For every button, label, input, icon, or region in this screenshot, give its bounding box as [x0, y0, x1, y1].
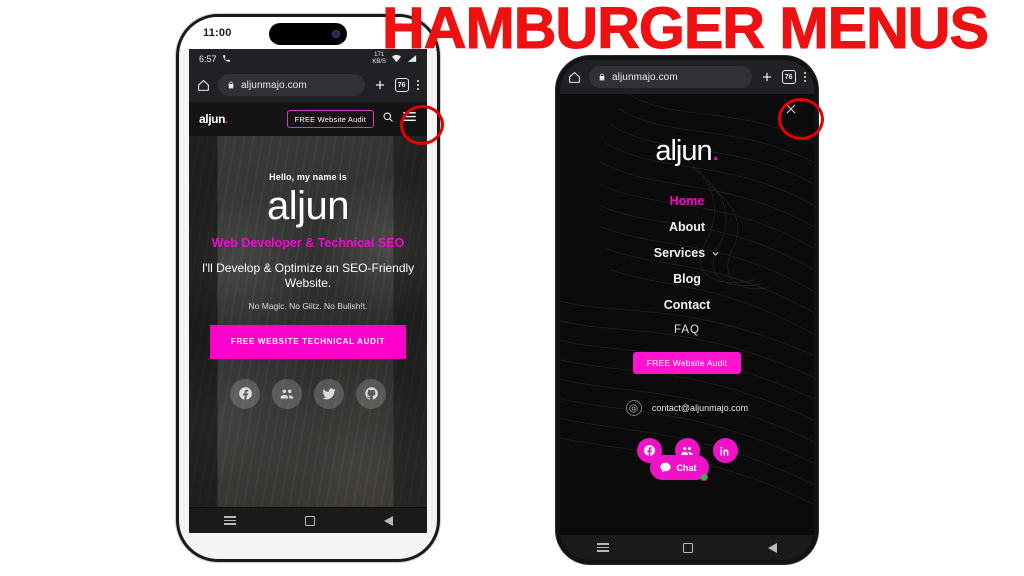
- menu-item-label: About: [668, 220, 706, 234]
- plus-icon[interactable]: [760, 70, 774, 84]
- menu-item-label: Blog: [673, 272, 701, 286]
- url-bar-left[interactable]: aljunmajo.com: [218, 74, 365, 96]
- android-nav-bar-left: [189, 507, 427, 533]
- menu-item-blog[interactable]: Blog: [673, 272, 701, 286]
- recents-hamburger-icon[interactable]: [597, 543, 610, 552]
- site-header-left: aljun. FREE Website Audit: [189, 102, 427, 136]
- chrome-omnibox-left: aljunmajo.com 76: [189, 68, 427, 102]
- header-audit-button[interactable]: FREE Website Audit: [286, 110, 374, 128]
- kebab-menu-icon[interactable]: [416, 79, 419, 91]
- home-square-icon[interactable]: [683, 542, 694, 553]
- lock-icon: [228, 81, 234, 89]
- hero-tagline: No Magic. No Glitz. No Bullsh!t.: [248, 301, 368, 312]
- hero-cta-button[interactable]: FREE WEBSITE TECHNICAL AUDIT: [210, 325, 406, 359]
- hero-role: Web Developer & Technical SEO: [211, 236, 405, 250]
- screenshot-stage: 11:00 6:57 171 KB/S aljunmajo.com 76 alj…: [0, 0, 1024, 576]
- url-text: aljunmajo.com: [612, 71, 678, 83]
- search-icon[interactable]: [382, 110, 394, 128]
- url-bar-right[interactable]: aljunmajo.com: [589, 66, 752, 88]
- back-triangle-icon[interactable]: [383, 515, 393, 526]
- twitter-icon[interactable]: [314, 378, 344, 409]
- page-title: HAMBURGER MENUS: [382, 0, 990, 61]
- phone-mockup-left: 11:00 6:57 171 KB/S aljunmajo.com 76 alj…: [176, 14, 440, 562]
- android-nav-bar-right: [560, 534, 814, 560]
- menu-item-home[interactable]: Home: [670, 194, 705, 208]
- front-camera-icon: [332, 30, 340, 38]
- site-logo[interactable]: aljun.: [199, 112, 228, 126]
- signal-icon: [407, 55, 417, 62]
- android-status-bar-left: 6:57 171 KB/S: [189, 49, 427, 68]
- chevron-down-icon: [712, 251, 719, 256]
- hamburger-icon[interactable]: [402, 110, 417, 128]
- phone-mockup-right: aljunmajo.com 76 aljun. Home About Servi…: [556, 56, 818, 564]
- menu-item-faq[interactable]: FAQ: [674, 324, 700, 336]
- menu-item-label: FAQ: [673, 324, 700, 336]
- title-banner: HAMBURGER MENUS: [355, 0, 1015, 60]
- wifi-icon: [392, 54, 401, 63]
- android-screen-left: 6:57 171 KB/S aljunmajo.com 76 aljun. FR…: [189, 49, 427, 533]
- kebab-menu-icon[interactable]: [803, 71, 806, 83]
- ios-clock: 11:00: [203, 27, 232, 39]
- network-speed-indicator: 171 KB/S: [372, 52, 386, 65]
- phone-icon: [222, 55, 230, 62]
- close-x-icon[interactable]: [784, 102, 798, 121]
- hero-subheadline: I'll Develop & Optimize an SEO-Friendly …: [201, 260, 415, 290]
- linkedin-icon[interactable]: [712, 438, 738, 463]
- android-screen-right: aljunmajo.com 76 aljun. Home About Servi…: [560, 60, 814, 560]
- github-icon[interactable]: [356, 378, 386, 409]
- mobile-menu-overlay: aljun. Home About Services Blog Contact …: [560, 94, 814, 534]
- android-clock: 6:57: [199, 53, 217, 64]
- home-icon[interactable]: [568, 71, 581, 84]
- ios-status-bar: 11:00: [179, 17, 437, 49]
- lock-icon: [599, 73, 605, 81]
- tab-counter-left[interactable]: 76: [394, 78, 409, 92]
- contact-email[interactable]: contact@aljunmajo.com: [652, 403, 748, 413]
- hero-name: aljun: [266, 184, 350, 228]
- menu-audit-button[interactable]: FREE Website Audit: [632, 352, 742, 374]
- recents-hamburger-icon[interactable]: [223, 516, 236, 525]
- url-text: aljunmajo.com: [241, 79, 307, 91]
- dynamic-island: [269, 23, 347, 45]
- menu-logo[interactable]: aljun.: [655, 135, 719, 168]
- menu-close-row: [560, 94, 814, 121]
- chat-widget-button[interactable]: Chat: [649, 455, 709, 481]
- tab-counter-right[interactable]: 76: [781, 70, 796, 84]
- chat-online-status-dot: [699, 473, 708, 481]
- menu-item-label: Services: [653, 246, 706, 260]
- facebook-icon[interactable]: [230, 378, 260, 409]
- back-triangle-icon[interactable]: [767, 542, 777, 553]
- menu-contact-row: contact@aljunmajo.com: [625, 400, 748, 416]
- menu-item-label: Contact: [663, 298, 711, 312]
- hero-kicker: Hello, my name is: [269, 172, 347, 182]
- menu-items-list: Home About Services Blog Contact FAQ: [654, 194, 720, 336]
- chrome-omnibox-right: aljunmajo.com 76: [560, 60, 814, 94]
- plus-icon[interactable]: [373, 78, 387, 92]
- hero-social-links: [230, 378, 386, 409]
- chat-widget-label: Chat: [676, 462, 697, 473]
- menu-item-label: Home: [669, 194, 705, 208]
- menu-item-services[interactable]: Services: [654, 246, 720, 260]
- meetup-group-icon[interactable]: [272, 378, 302, 409]
- menu-item-contact[interactable]: Contact: [664, 298, 711, 312]
- home-icon[interactable]: [197, 79, 210, 92]
- home-square-icon[interactable]: [304, 515, 315, 526]
- at-sign-icon: [625, 400, 642, 416]
- hero-section: Hello, my name is aljun Web Developer & …: [189, 136, 427, 507]
- chat-bubble-icon: [659, 462, 671, 473]
- menu-item-about[interactable]: About: [669, 220, 705, 234]
